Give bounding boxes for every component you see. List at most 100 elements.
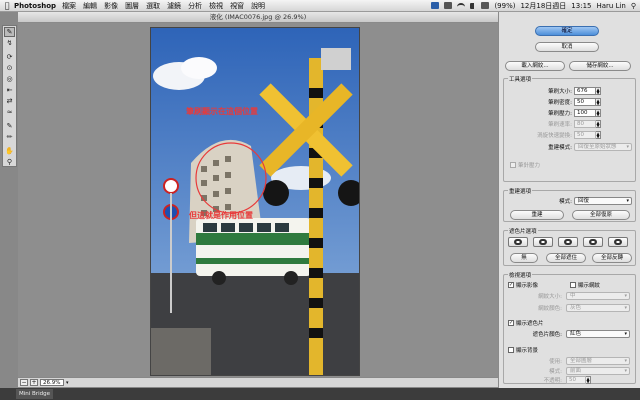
mesh-color-select[interactable]: 灰色 [566, 304, 630, 312]
clock-tray-icon[interactable] [444, 2, 453, 9]
mini-bridge-tab[interactable]: Mini Bridge [16, 389, 53, 399]
zoom-in-button[interactable]: + [30, 379, 38, 386]
tool-options-title: 工具選項 [508, 75, 533, 83]
brush-position-note: 筆刷顯示在這個位置 [186, 107, 258, 116]
menubar-time[interactable]: 13:15 [571, 2, 591, 10]
mesh-size-label: 網紋大小: [538, 294, 562, 300]
mask-intersect-button[interactable] [583, 237, 603, 247]
menu-file[interactable]: 檔案 [62, 1, 76, 11]
load-mesh-button[interactable]: 載入網紋... [505, 61, 565, 71]
status-tray: (99%) 12月18日週日 13:15 Haru Lin ⚲ [431, 1, 640, 11]
bottom-dock: Mini Bridge [0, 388, 640, 400]
turbulence-tool-icon[interactable]: ≈ [4, 107, 15, 117]
show-backdrop-checkbox[interactable] [508, 347, 514, 353]
backdrop-opacity-stepper[interactable]: ▲ ▼ [586, 376, 591, 384]
mask-invert-icon [614, 239, 622, 245]
backdrop-use-select[interactable]: 全部圖層 [566, 357, 630, 365]
freeze-mask-tool-icon[interactable]: ✎ [4, 121, 15, 131]
zoom-tool-icon[interactable]: ⚲ [4, 157, 15, 167]
brush-density-field[interactable]: 50 [574, 98, 596, 106]
push-left-tool-icon[interactable]: ⇤ [4, 85, 15, 95]
menu-layer[interactable]: 圖層 [125, 1, 139, 11]
menu-image[interactable]: 影像 [104, 1, 118, 11]
pucker-tool-icon[interactable]: ⊙ [4, 63, 15, 73]
battery-percent: (99%) [494, 1, 516, 10]
menu-select[interactable]: 選取 [146, 1, 160, 11]
twirl-tool-icon[interactable]: ⟳ [4, 52, 15, 62]
document-image[interactable]: 筆刷顯示在這個位置 但這就是作用位置 [150, 27, 360, 376]
reconstruct-mode-select[interactable]: 回復至原始狀態 [574, 143, 632, 151]
volume-icon[interactable] [470, 2, 476, 9]
menu-app-name[interactable]: Photoshop [14, 2, 56, 10]
liquify-options-panel: 確定 取消 載入網紋... 儲存網紋... 工具選項 筆刷大小: 676 ▲ ▼ … [498, 12, 640, 388]
zoom-bar: − + 26.9% ▾ [18, 377, 498, 387]
show-mesh-checkbox[interactable] [570, 282, 576, 288]
brush-size-stepper[interactable]: ▲ ▼ [596, 87, 601, 95]
mask-color-select[interactable]: 紅色 [566, 330, 630, 338]
mask-subtract-button[interactable] [558, 237, 578, 247]
bloat-tool-icon[interactable]: ◎ [4, 74, 15, 84]
menu-filter[interactable]: 濾鏡 [167, 1, 181, 11]
chevron-down-icon[interactable]: ▾ [66, 380, 69, 386]
liquify-tool-palette: ✎ ↯ ⟳ ⊙ ◎ ⇤ ⇄ ≈ ✎ ✏ ✋ ⚲ [2, 25, 17, 167]
hand-tool-icon[interactable]: ✋ [4, 146, 15, 156]
brush-size-label: 筆刷大小: [548, 89, 572, 95]
brush-pressure-field[interactable]: 100 [574, 109, 596, 117]
menu-help[interactable]: 說明 [251, 1, 265, 11]
brush-pressure-stepper[interactable]: ▲ ▼ [596, 109, 601, 117]
window-title: 液化 (IMAC0076.jpg @ 26.9%) [18, 12, 498, 23]
menu-bar:  Photoshop 檔案 編輯 影像 圖層 選取 濾鏡 分析 檢視 視窗 說… [0, 0, 640, 12]
backdrop-opacity-field[interactable]: 50 [566, 376, 586, 384]
cancel-button[interactable]: 取消 [535, 42, 599, 52]
invert-all-button[interactable]: 全部反轉 [592, 253, 632, 263]
user-name[interactable]: Haru Lin [596, 2, 625, 10]
menu-view[interactable]: 檢視 [209, 1, 223, 11]
restore-all-button[interactable]: 全部復原 [572, 210, 630, 220]
reconstruct-button[interactable]: 重建 [510, 210, 564, 220]
stylus-pressure-checkbox[interactable] [510, 162, 516, 168]
preview-canvas[interactable]: 筆刷顯示在這個位置 但這就是作用位置 [18, 23, 498, 377]
stylus-pressure-label: 筆針壓力 [518, 163, 541, 169]
brush-density-label: 筆刷密度: [548, 100, 572, 106]
zoom-level-field[interactable]: 26.9% [40, 379, 64, 386]
show-mesh-label: 顯示網紋 [578, 283, 601, 289]
apple-icon[interactable]:  [0, 1, 14, 10]
reconstruct-mode-label: 重建模式: [548, 145, 572, 151]
street-photo [151, 28, 359, 375]
mask-all-button[interactable]: 全部遮住 [546, 253, 586, 263]
spotlight-icon[interactable]: ⚲ [631, 2, 636, 10]
thaw-mask-tool-icon[interactable]: ✏ [4, 132, 15, 142]
turbulent-jitter-field[interactable]: 50 [574, 131, 596, 139]
photoshop-tray-icon[interactable] [431, 2, 440, 9]
mirror-tool-icon[interactable]: ⇄ [4, 96, 15, 106]
ok-button[interactable]: 確定 [535, 26, 599, 36]
brush-rate-field[interactable]: 80 [574, 120, 596, 128]
mask-add-button[interactable] [533, 237, 553, 247]
brush-pressure-label: 筆刷壓力: [548, 111, 572, 117]
turbulent-jitter-stepper[interactable]: ▲ ▼ [596, 131, 601, 139]
reconstruct-mode-title-label: 模式: [559, 199, 572, 205]
reconstruct-mode-dropdown[interactable]: 回復 [574, 197, 632, 205]
mask-replace-button[interactable] [508, 237, 528, 247]
reconstruct-tool-icon[interactable]: ↯ [4, 38, 15, 48]
mask-invert-button[interactable] [608, 237, 628, 247]
show-image-checkbox[interactable]: ✓ [508, 282, 514, 288]
wifi-icon[interactable] [457, 2, 466, 9]
brush-density-stepper[interactable]: ▲ ▼ [596, 98, 601, 106]
mask-replace-icon [514, 239, 522, 245]
menu-analysis[interactable]: 分析 [188, 1, 202, 11]
menu-edit[interactable]: 編輯 [83, 1, 97, 11]
battery-icon[interactable] [481, 2, 490, 9]
mask-none-button[interactable]: 無 [510, 253, 538, 263]
show-mask-checkbox[interactable]: ✓ [508, 320, 514, 326]
save-mesh-button[interactable]: 儲存網紋... [569, 61, 631, 71]
brush-size-field[interactable]: 676 [574, 87, 596, 95]
backdrop-mode-select[interactable]: 前面 [566, 367, 630, 375]
menubar-date[interactable]: 12月18日週日 [520, 1, 566, 11]
reconstruct-options-group: 重建選項 模式: 回復 重建 全部復原 [503, 187, 636, 222]
menu-window[interactable]: 視窗 [230, 1, 244, 11]
brush-rate-stepper[interactable]: ▲ ▼ [596, 120, 601, 128]
forward-warp-tool-icon[interactable]: ✎ [4, 27, 15, 37]
zoom-out-button[interactable]: − [20, 379, 28, 386]
mesh-size-select[interactable]: 中 [566, 292, 630, 300]
